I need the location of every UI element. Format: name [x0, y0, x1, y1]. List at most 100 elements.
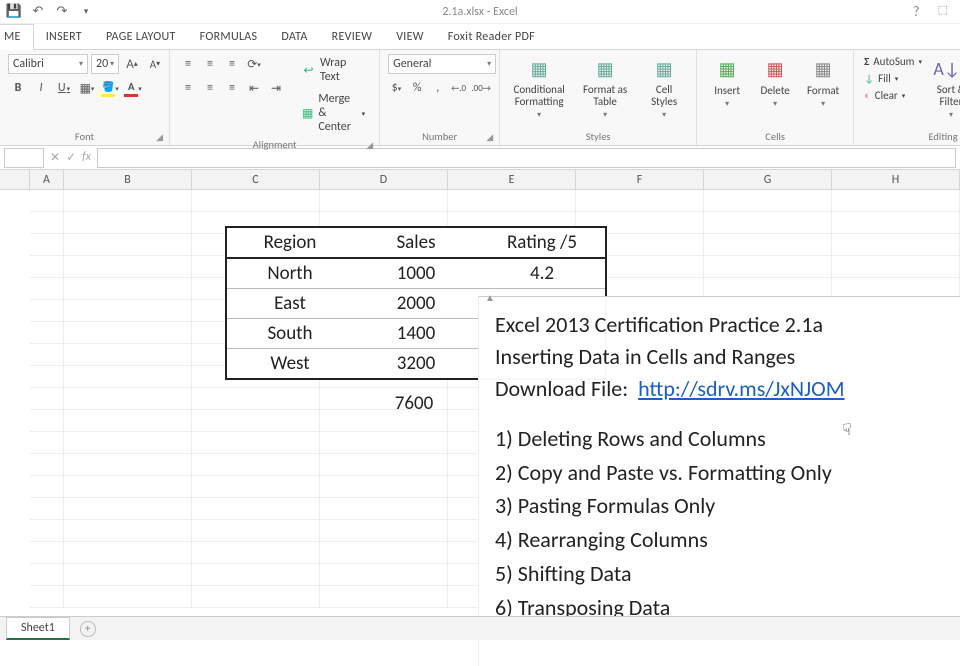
list-item: 1) Deleting Rows and Columns: [495, 423, 944, 455]
fill-button[interactable]: ↓Fill▾: [862, 71, 924, 86]
select-all-corner[interactable]: [0, 170, 30, 189]
insert-button[interactable]: ▦Insert▾: [705, 54, 749, 111]
clear-button[interactable]: ◐Clear▾: [862, 88, 924, 103]
border-button[interactable]: ▦▾: [77, 78, 97, 98]
conditional-formatting-button[interactable]: ▦Conditional Formatting▾: [508, 54, 570, 122]
align-center-button[interactable]: ≡: [200, 78, 220, 98]
download-link[interactable]: http://sdrv.ms/JxNJOM: [638, 375, 844, 402]
tab-home[interactable]: ME: [0, 24, 34, 50]
cell[interactable]: North: [227, 258, 353, 288]
cursor-icon: ☟: [842, 420, 852, 440]
font-color-button[interactable]: A▾: [123, 78, 143, 98]
note-title: Excel 2013 Certification Practice 2.1a: [495, 309, 944, 341]
fill-color-button[interactable]: 🪣▾: [100, 78, 120, 98]
col-header[interactable]: H: [832, 170, 960, 189]
note-download: Download File: http://sdrv.ms/JxNJOM: [495, 373, 944, 405]
align-right-button[interactable]: ≡: [222, 78, 242, 98]
chevron-down-icon: ▾: [487, 59, 491, 69]
add-sheet-button[interactable]: +: [80, 621, 96, 637]
column-headers: A B C D E F G H: [0, 170, 960, 190]
sum-cell[interactable]: 7600: [351, 388, 477, 418]
cell[interactable]: 4.2: [479, 258, 605, 288]
table-header[interactable]: Rating /5: [479, 228, 605, 258]
align-top-button[interactable]: ≡: [178, 54, 198, 74]
comma-button[interactable]: ,: [429, 78, 446, 98]
decrease-decimal-button[interactable]: .00→: [471, 78, 491, 98]
col-header[interactable]: A: [30, 170, 64, 189]
col-header[interactable]: B: [64, 170, 192, 189]
number-format-combo[interactable]: General ▾: [388, 54, 496, 74]
currency-button[interactable]: $▾: [388, 78, 405, 98]
eraser-icon: ◐: [864, 89, 871, 102]
align-bottom-button[interactable]: ≡: [222, 54, 242, 74]
save-icon[interactable]: 💾: [6, 4, 22, 20]
percent-button[interactable]: %: [409, 78, 426, 98]
format-button[interactable]: ▦Format▾: [801, 54, 845, 111]
note-subtitle: Inserting Data in Cells and Ranges: [495, 341, 944, 373]
tab-formulas[interactable]: FORMULAS: [188, 25, 270, 49]
cell[interactable]: 2000: [353, 288, 479, 318]
tab-page-layout[interactable]: PAGE LAYOUT: [94, 25, 188, 49]
scroll-up-icon[interactable]: ▲: [485, 291, 495, 306]
dialog-launcher-icon[interactable]: ◢: [156, 132, 163, 143]
autosum-button[interactable]: ΣAutoSum▾: [862, 54, 924, 69]
format-as-table-button[interactable]: ▦Format as Table▾: [574, 54, 636, 122]
help-icon[interactable]: ?: [913, 3, 920, 20]
cell[interactable]: 1400: [353, 318, 479, 348]
name-box[interactable]: [4, 148, 44, 168]
align-left-button[interactable]: ≡: [178, 78, 198, 98]
cell[interactable]: 3200: [353, 348, 479, 378]
increase-indent-button[interactable]: ⇥: [266, 78, 286, 98]
redo-icon[interactable]: ↷: [54, 4, 70, 20]
enter-icon[interactable]: ✓: [66, 150, 76, 165]
col-header[interactable]: F: [576, 170, 704, 189]
shrink-font-button[interactable]: A▾: [145, 54, 165, 74]
cell[interactable]: South: [227, 318, 353, 348]
cell-styles-button[interactable]: ▦Cell Styles▾: [640, 54, 688, 122]
group-editing: ΣAutoSum▾ ↓Fill▾ ◐Clear▾ A↓ZSort & Filte…: [854, 50, 960, 145]
cell[interactable]: 1000: [353, 258, 479, 288]
col-header[interactable]: G: [704, 170, 832, 189]
tab-view[interactable]: VIEW: [384, 25, 436, 49]
cancel-icon[interactable]: ✕: [50, 150, 60, 165]
sort-filter-button[interactable]: A↓ZSort & Filter▾: [928, 54, 960, 122]
bold-button[interactable]: B: [8, 78, 28, 98]
wrap-text-button[interactable]: ↩Wrap Text: [296, 54, 371, 86]
align-middle-button[interactable]: ≡: [200, 54, 220, 74]
group-label-cells: Cells: [705, 128, 845, 145]
font-size-combo[interactable]: 20▾: [91, 54, 119, 74]
qat-customize-icon[interactable]: ▾: [78, 4, 94, 20]
delete-button[interactable]: ▦Delete▾: [753, 54, 797, 111]
undo-icon[interactable]: ↶: [30, 4, 46, 20]
number-format-value: General: [393, 57, 431, 71]
fx-icon[interactable]: fx: [82, 150, 91, 165]
merge-center-button[interactable]: ▦Merge & Center▾: [296, 90, 371, 136]
quick-access-toolbar: 💾 ↶ ↷ ▾: [0, 4, 94, 20]
cell[interactable]: East: [227, 288, 353, 318]
col-header[interactable]: D: [320, 170, 448, 189]
dialog-launcher-icon[interactable]: ◢: [486, 132, 493, 143]
wrap-text-icon: ↩: [302, 63, 315, 77]
table-header[interactable]: Region: [227, 228, 353, 258]
font-name-combo[interactable]: Calibri▾: [8, 54, 88, 74]
cell[interactable]: West: [227, 348, 353, 378]
insert-icon: ▦: [713, 56, 741, 82]
orientation-button[interactable]: ⟳▾: [244, 54, 264, 74]
table-header[interactable]: Sales: [353, 228, 479, 258]
underline-button[interactable]: U▾: [54, 78, 74, 98]
increase-decimal-button[interactable]: ←.0: [450, 78, 467, 98]
italic-button[interactable]: I: [31, 78, 51, 98]
decrease-indent-button[interactable]: ⇤: [244, 78, 264, 98]
col-header[interactable]: C: [192, 170, 320, 189]
tab-data[interactable]: DATA: [269, 25, 319, 49]
col-header[interactable]: E: [448, 170, 576, 189]
tab-review[interactable]: REVIEW: [320, 25, 385, 49]
dialog-launcher-icon[interactable]: ◢: [366, 140, 373, 151]
sigma-icon: Σ: [864, 55, 869, 68]
tab-insert[interactable]: INSERT: [34, 25, 94, 49]
grow-font-button[interactable]: A▴: [122, 54, 142, 74]
tab-foxit[interactable]: Foxit Reader PDF: [436, 25, 547, 49]
ribbon-options-icon[interactable]: ⬚: [938, 3, 948, 20]
sheet-tab[interactable]: Sheet1: [6, 617, 70, 640]
formula-bar: ✕ ✓ fx: [0, 146, 960, 170]
